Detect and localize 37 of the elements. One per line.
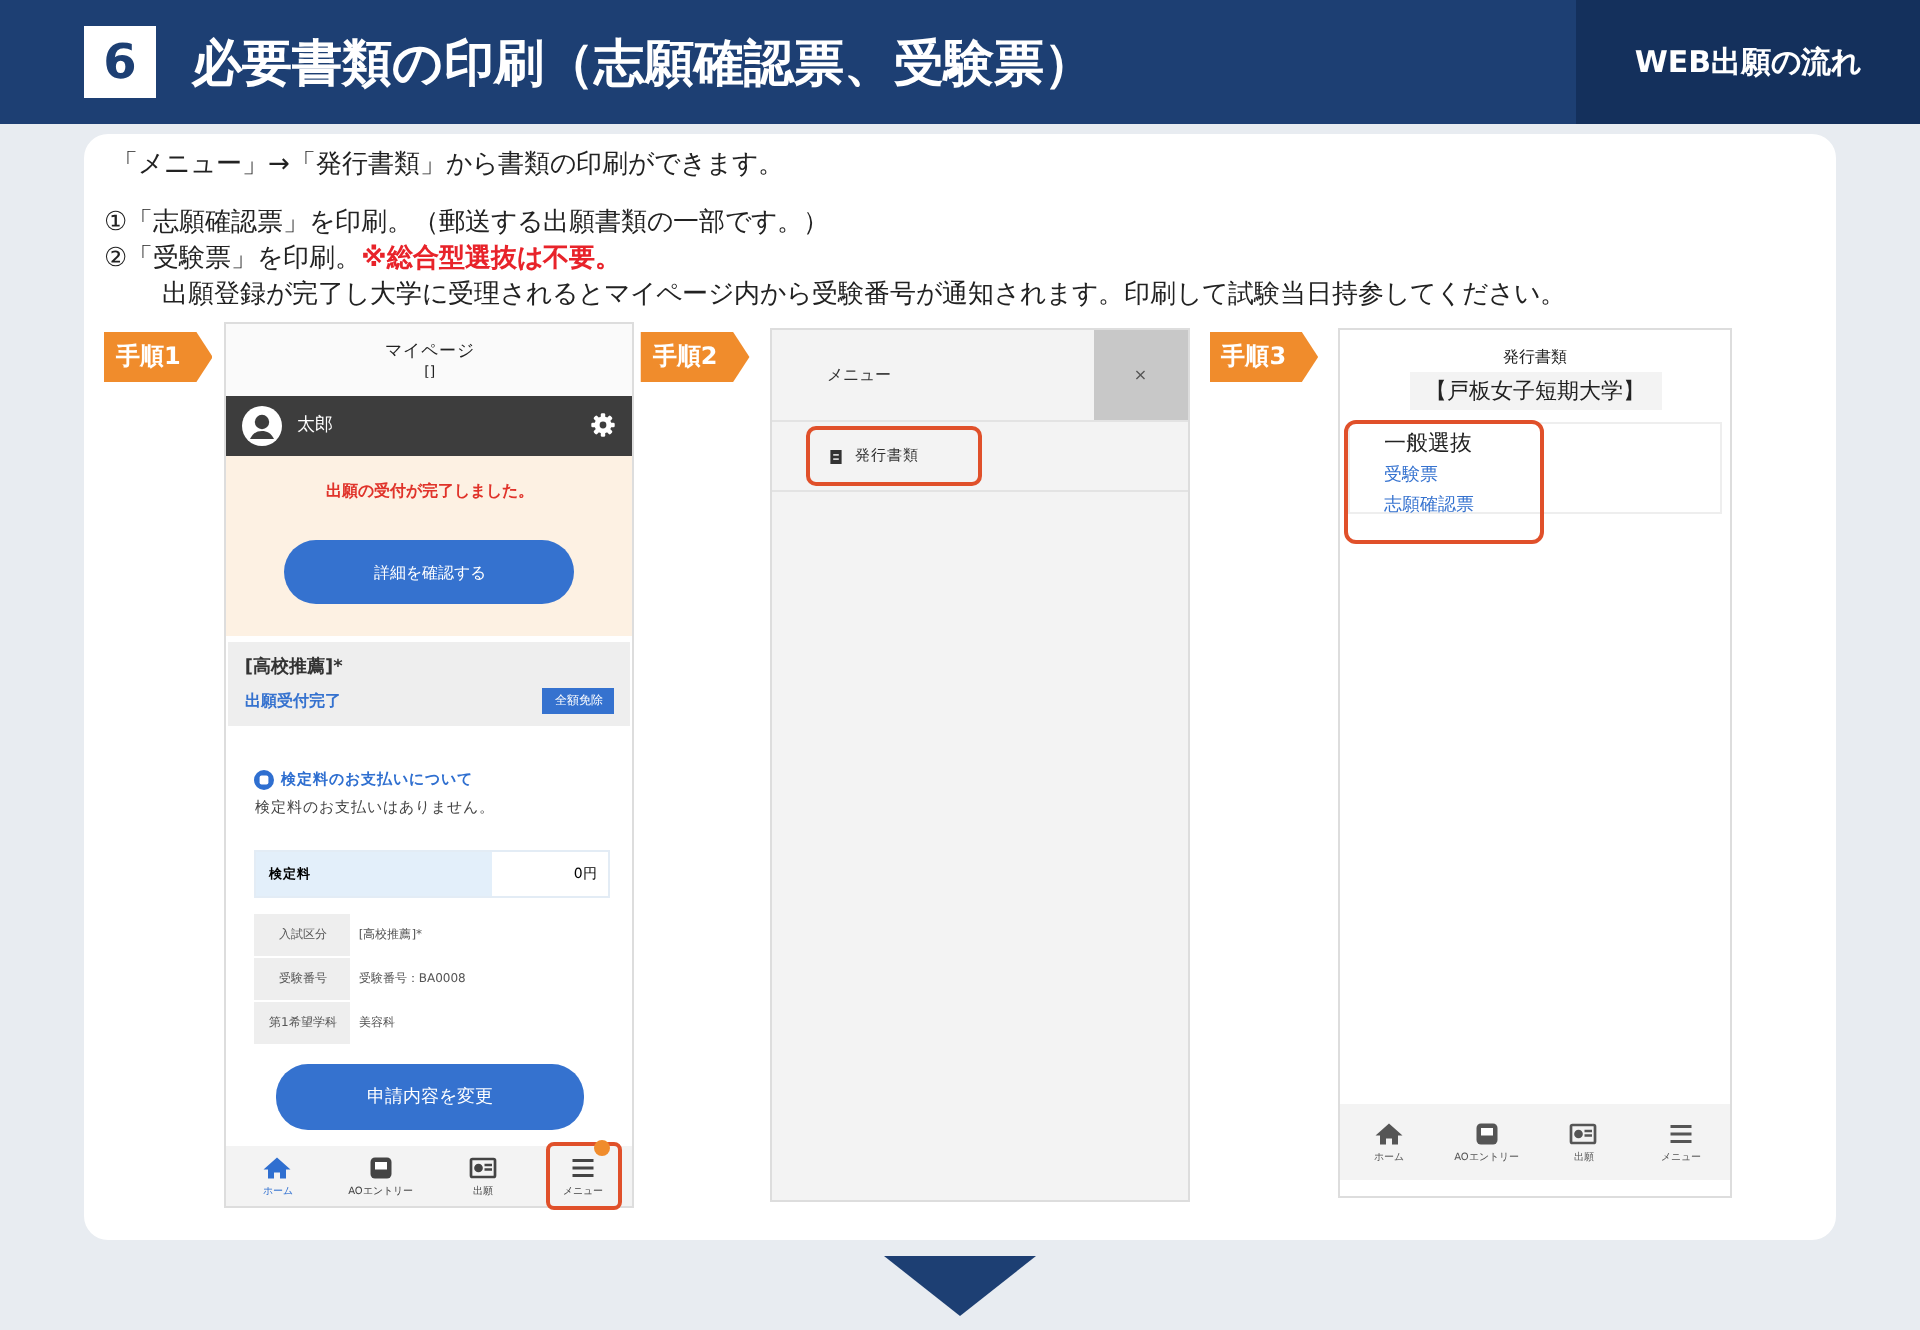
settings-icon[interactable] — [590, 412, 617, 439]
card-icon — [1568, 1121, 1599, 1145]
document-icon — [829, 449, 842, 463]
inbox-icon — [365, 1155, 396, 1179]
instruction-line: ①「志願確認票」を印刷。（郵送する出願書類の一部です。） — [104, 206, 832, 242]
slide-title: 必要書類の印刷（志願確認票、受験票） — [192, 31, 1096, 95]
page-title: マイページ — [384, 339, 475, 364]
card-icon — [467, 1155, 498, 1179]
group-heading: 一般選抜 — [1384, 428, 1475, 458]
down-chevron-icon — [884, 1256, 1036, 1316]
step-badge: 手順2 — [640, 332, 750, 382]
detail-button[interactable]: 詳細を確認する — [284, 540, 575, 605]
payment-icon — [254, 770, 275, 790]
school-label: 【戸板女子短期大学】 — [1409, 372, 1662, 410]
home-icon — [262, 1155, 293, 1179]
menu-title: メニュー — [825, 364, 894, 388]
inbox-icon — [1471, 1121, 1502, 1145]
document-link[interactable]: 志願確認票 — [1384, 492, 1541, 518]
avatar-icon — [242, 405, 283, 446]
close-button[interactable]: × — [1093, 330, 1188, 420]
category-text: [高校推薦]* — [244, 654, 345, 681]
user-name: 太郎 — [296, 413, 335, 439]
home-icon — [1373, 1121, 1404, 1145]
menu-icon — [1666, 1121, 1697, 1145]
notice-text: 出願の受付が完了しました。 — [325, 480, 534, 503]
section-label: WEB出願の流れ — [1576, 0, 1920, 124]
step-badge: 手順3 — [1209, 332, 1319, 382]
menu-icon — [568, 1155, 599, 1179]
status-text: 出願受付完了 — [244, 690, 341, 712]
document-link[interactable]: 受験票 — [1384, 462, 1541, 488]
step-badge: 手順1 — [104, 332, 213, 382]
instruction-line: 出願登録が完了し大学に受理されるとマイページ内から受験番号が通知されます。印刷して試験当日持参してください。 — [162, 278, 1568, 314]
change-button[interactable]: 申請内容を変更 — [275, 1064, 584, 1130]
intro-text: 「メニュー」→「発行書類」から書類の印刷ができます。 — [112, 148, 786, 182]
instruction-line: ②「受験票」を印刷。※総合型選抜は不要。 — [104, 242, 623, 278]
page-title: 発行書類 — [1503, 346, 1568, 368]
step-number: 6 — [84, 26, 156, 98]
